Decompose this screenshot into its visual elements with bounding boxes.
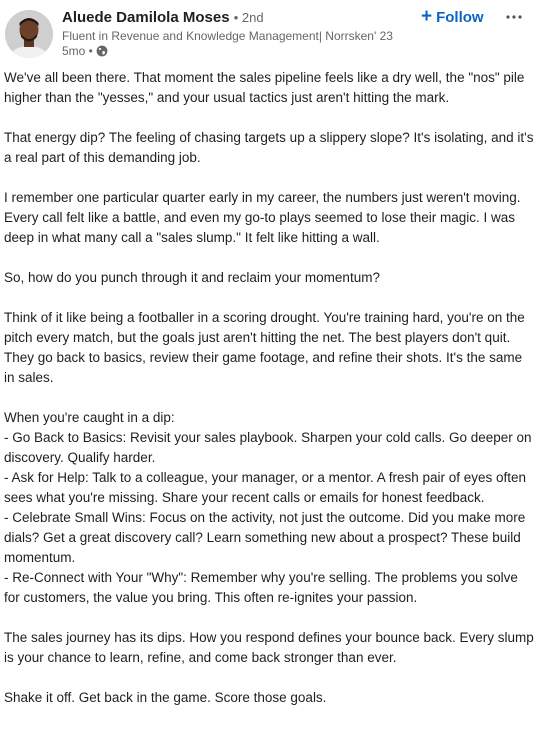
post-header: Aluede Damilola Moses • 2nd Fluent in Re… (0, 0, 538, 66)
post-paragraph: That energy dip? The feeling of chasing … (4, 130, 534, 165)
author-name[interactable]: Aluede Damilola Moses (62, 9, 230, 26)
author-headline: Fluent in Revenue and Knowledge Manageme… (62, 29, 393, 43)
avatar[interactable] (5, 10, 53, 58)
list-item: - Celebrate Small Wins: Focus on the act… (4, 510, 526, 565)
list-item: - Re-Connect with Your "Why": Remember w… (4, 570, 518, 605)
list-item: - Ask for Help: Talk to a colleague, you… (4, 470, 527, 505)
post-paragraph: So, how do you punch through it and recl… (4, 270, 380, 285)
globe-icon (96, 45, 108, 57)
post-paragraph: Shake it off. Get back in the game. Scor… (4, 690, 327, 705)
post-body: We've all been there. That moment the sa… (4, 68, 534, 728)
follow-button[interactable]: + Follow (413, 4, 492, 30)
post-time: 5mo • (62, 44, 93, 58)
avatar-image (5, 10, 53, 58)
follow-label: Follow (436, 8, 484, 26)
post-meta: 5mo • (62, 44, 108, 58)
list-intro: When you're caught in a dip: (4, 410, 175, 425)
ellipsis-icon (506, 15, 522, 19)
plus-icon: + (421, 5, 433, 27)
post-paragraph: I remember one particular quarter early … (4, 190, 521, 245)
post-paragraph: We've all been there. That moment the sa… (4, 70, 525, 105)
more-options-button[interactable] (500, 4, 528, 30)
post-paragraph: Think of it like being a footballer in a… (4, 310, 525, 385)
connection-degree: • 2nd (233, 10, 264, 25)
author-name-line[interactable]: Aluede Damilola Moses • 2nd (62, 9, 264, 26)
list-item: - Go Back to Basics: Revisit your sales … (4, 430, 532, 465)
post-paragraph: The sales journey has its dips. How you … (4, 630, 534, 665)
